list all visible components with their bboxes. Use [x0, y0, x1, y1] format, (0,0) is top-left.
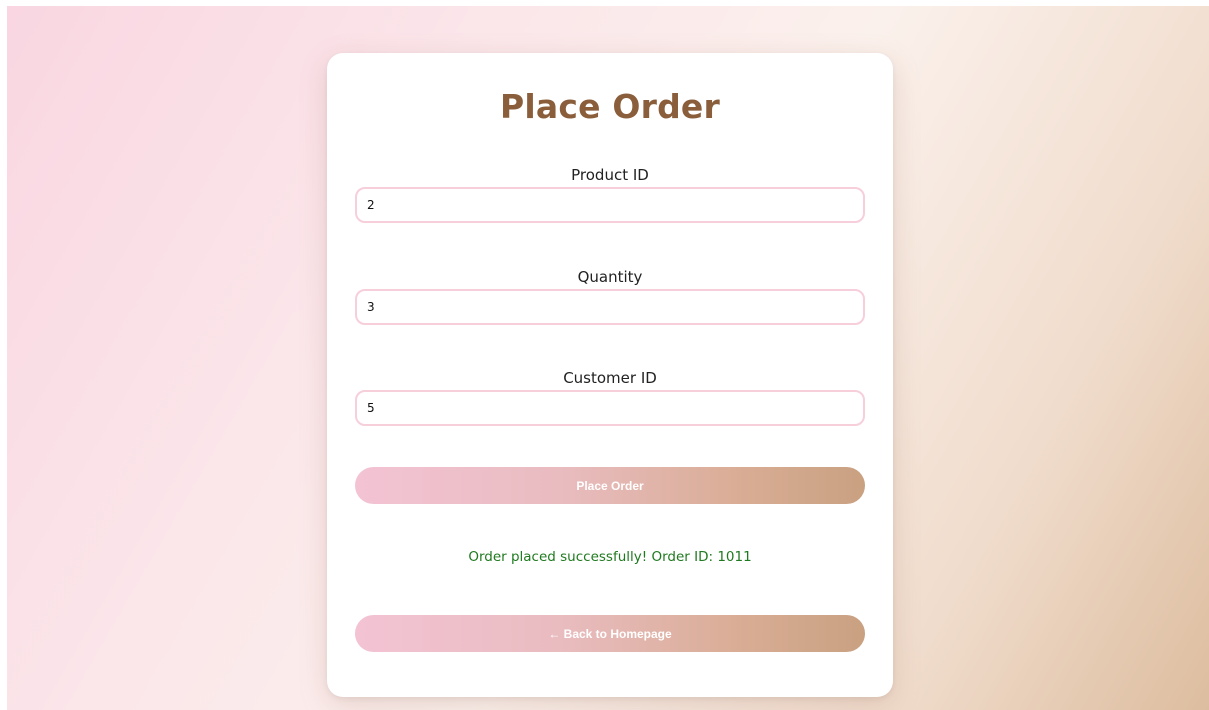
page-title: Place Order	[499, 87, 720, 126]
product-id-input[interactable]	[355, 187, 865, 223]
quantity-input[interactable]	[355, 289, 865, 325]
back-to-homepage-button[interactable]: ← Back to Homepage	[355, 615, 865, 652]
customer-id-label: Customer ID	[563, 369, 657, 387]
quantity-label: Quantity	[577, 268, 643, 286]
customer-id-input[interactable]	[355, 390, 865, 426]
success-message: Order placed successfully! Order ID: 101…	[468, 549, 752, 565]
product-id-label: Product ID	[571, 166, 649, 184]
page-background: Place Order Product ID Quantity Customer…	[7, 6, 1209, 710]
order-card: Place Order Product ID Quantity Customer…	[327, 53, 893, 697]
place-order-button[interactable]: Place Order	[355, 467, 865, 504]
